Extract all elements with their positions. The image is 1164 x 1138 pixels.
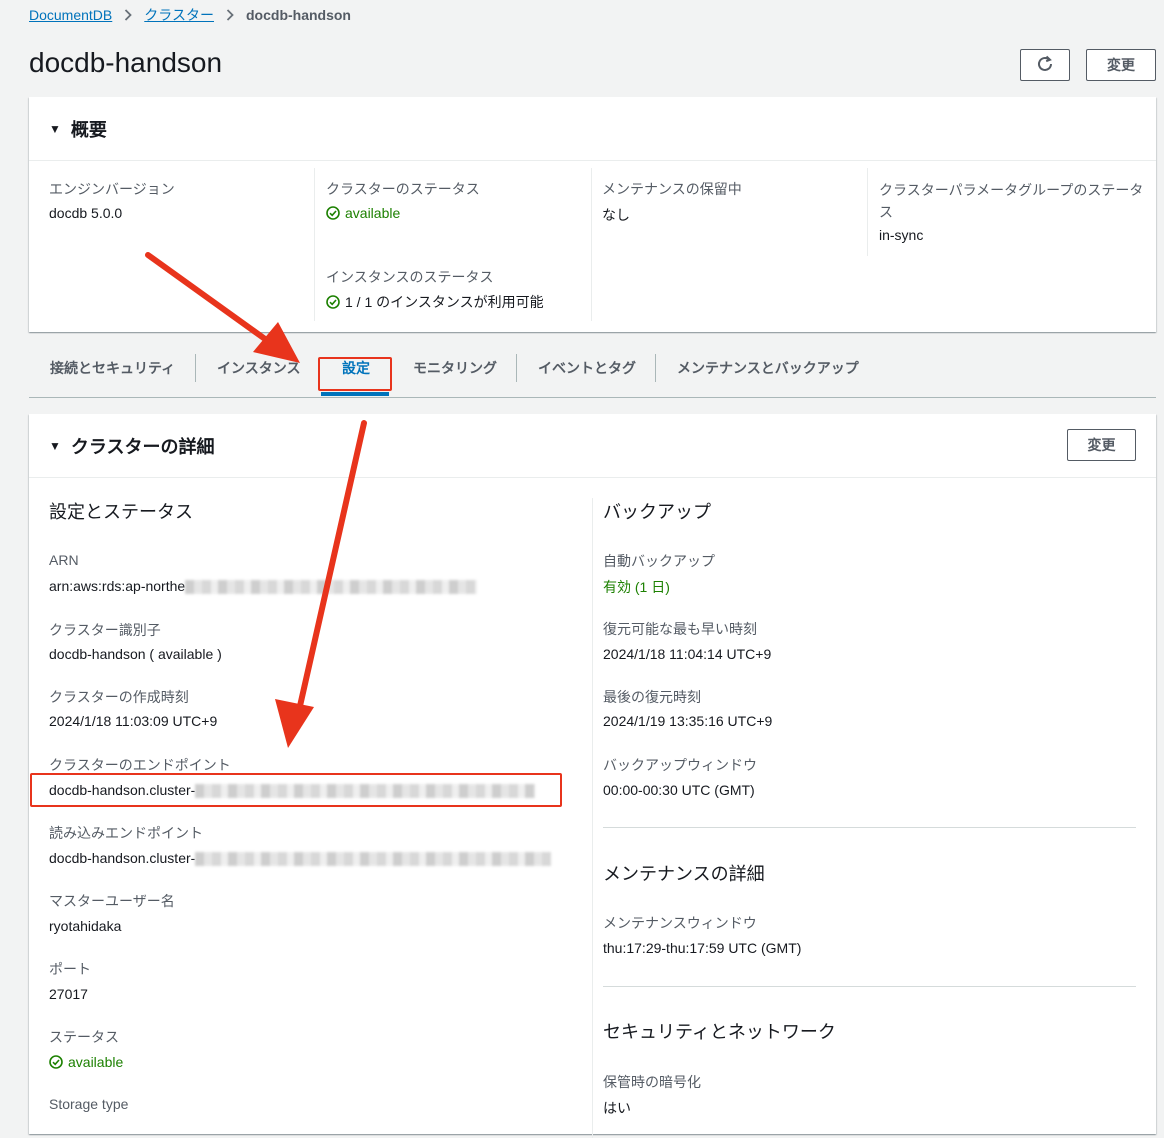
auto-backup-label: 自動バックアップ: [603, 553, 715, 569]
chevron-right-icon: [226, 9, 234, 21]
latest-restore-value: 2024/1/19 13:35:16 UTC+9: [603, 713, 773, 729]
port-value: 27017: [49, 986, 88, 1002]
section-divider: [603, 827, 1136, 828]
column-divider: [314, 168, 315, 321]
config-status-title: 設定とステータス: [49, 502, 193, 522]
engine-version-value: docdb 5.0.0: [49, 205, 123, 221]
backup-window-label: バックアップウィンドウ: [603, 757, 757, 773]
instance-status-label: インスタンスのステータス: [326, 269, 494, 285]
master-user-label: マスターユーザー名: [49, 893, 175, 909]
maintenance-value: なし: [602, 207, 630, 223]
status-label: ステータス: [49, 1029, 119, 1045]
tab-divider: [655, 354, 656, 382]
master-user-value: ryotahidaka: [49, 918, 122, 934]
redacted-text: [195, 852, 552, 867]
maintenance-details-title: メンテナンスの詳細: [603, 864, 765, 884]
engine-version-label: エンジンバージョン: [49, 181, 175, 197]
redacted-text: [185, 580, 478, 595]
created-time-label: クラスターの作成時刻: [49, 689, 189, 705]
encryption-value: はい: [603, 1100, 631, 1116]
cluster-endpoint-label: クラスターのエンドポイント: [49, 757, 231, 773]
created-time-value: 2024/1/18 11:03:09 UTC+9: [49, 713, 218, 729]
details-modify-button[interactable]: 変更: [1067, 429, 1136, 461]
overview-header[interactable]: ▼ 概要: [29, 97, 1156, 161]
caret-down-icon: ▼: [49, 121, 61, 136]
cluster-status-label: クラスターのステータス: [326, 181, 480, 197]
success-check-icon: [326, 206, 340, 220]
cluster-details-title: クラスターの詳細: [70, 436, 215, 457]
highlight-box-settings-tab: [318, 357, 392, 391]
status-value: available: [68, 1054, 124, 1070]
status: available: [49, 1054, 123, 1070]
tab-connectivity[interactable]: 接続とセキュリティ: [50, 358, 175, 378]
breadcrumb-cluster-link[interactable]: クラスター: [144, 5, 214, 25]
backup-title: バックアップ: [603, 502, 711, 522]
tab-instances[interactable]: インスタンス: [217, 358, 300, 378]
arn-field: arn:aws:rds:ap-northe: [49, 578, 478, 595]
cluster-status: available: [326, 205, 400, 221]
maintenance-window-label: メンテナンスウィンドウ: [603, 915, 757, 931]
cluster-details-header[interactable]: ▼ クラスターの詳細: [29, 414, 1156, 478]
chevron-right-icon: [124, 9, 133, 21]
maintenance-label: メンテナンスの保留中: [602, 181, 742, 197]
breadcrumb: DocumentDB クラスター docdb-handson: [29, 5, 351, 25]
success-check-icon: [49, 1055, 63, 1069]
active-tab-indicator: [321, 392, 389, 396]
column-divider: [591, 168, 592, 321]
overview-title: 概要: [70, 119, 107, 140]
param-group-value: in-sync: [879, 227, 924, 243]
column-divider: [867, 168, 868, 256]
modify-button[interactable]: 変更: [1086, 49, 1156, 81]
reader-endpoint-field: docdb-handson.cluster-: [49, 850, 552, 867]
reader-endpoint-label: 読み込みエンドポイント: [49, 825, 203, 841]
storage-type-label: Storage type: [49, 1096, 129, 1112]
tab-divider: [195, 354, 196, 382]
backup-window-value: 00:00-00:30 UTC (GMT): [603, 782, 755, 798]
security-network-title: セキュリティとネットワーク: [603, 1022, 836, 1042]
earliest-restore-value: 2024/1/18 11:04:14 UTC+9: [603, 646, 772, 662]
cluster-identifier-label: クラスター識別子: [49, 622, 161, 638]
instance-status: 1 / 1 のインスタンスが利用可能: [326, 292, 544, 312]
latest-restore-label: 最後の復元時刻: [603, 689, 701, 705]
breadcrumb-documentdb-link[interactable]: DocumentDB: [29, 7, 112, 23]
column-divider: [592, 498, 593, 1138]
arn-label: ARN: [49, 552, 79, 568]
tab-bar: 接続とセキュリティ インスタンス 設定 モニタリング イベントとタグ メンテナン…: [29, 340, 1156, 398]
param-group-label: クラスターパラメータグループのステータス: [879, 182, 1144, 220]
section-divider: [603, 986, 1136, 987]
overview-panel: ▼ 概要 エンジンバージョン docdb 5.0.0 クラスターのステータス a…: [29, 97, 1156, 332]
refresh-button[interactable]: [1020, 49, 1070, 81]
tab-divider: [516, 354, 517, 382]
highlight-box-cluster-endpoint: [30, 773, 562, 807]
port-label: ポート: [49, 961, 91, 977]
maintenance-window-value: thu:17:29-thu:17:59 UTC (GMT): [603, 940, 802, 956]
cluster-identifier-value: docdb-handson ( available ): [49, 646, 222, 662]
tab-monitoring[interactable]: モニタリング: [413, 358, 497, 378]
earliest-restore-label: 復元可能な最も早い時刻: [603, 621, 757, 637]
encryption-label: 保管時の暗号化: [603, 1074, 701, 1090]
page-title: docdb-handson: [29, 47, 223, 78]
refresh-icon: [1036, 55, 1054, 76]
breadcrumb-current: docdb-handson: [246, 7, 351, 23]
reader-endpoint-value: docdb-handson.cluster-: [49, 850, 196, 866]
success-check-icon: [326, 295, 340, 309]
tab-events-tags[interactable]: イベントとタグ: [538, 358, 636, 378]
instance-status-value: 1 / 1 のインスタンスが利用可能: [345, 294, 544, 310]
caret-down-icon: ▼: [49, 438, 61, 453]
arn-value: arn:aws:rds:ap-northe: [49, 578, 186, 594]
tab-maintenance-backup[interactable]: メンテナンスとバックアップ: [677, 358, 859, 378]
auto-backup-value: 有効 (1 日): [603, 579, 670, 595]
cluster-status-value: available: [345, 205, 401, 221]
